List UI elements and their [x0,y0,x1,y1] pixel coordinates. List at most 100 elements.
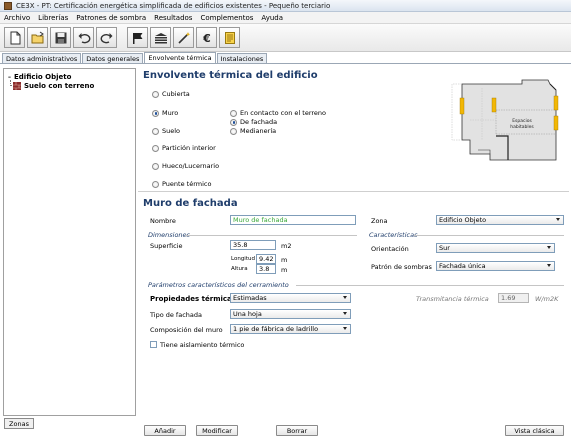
transmitancia-unit: W/m2K [535,295,559,303]
caracteristicas-groupline [414,235,564,236]
composicion-muro-select[interactable]: 1 pie de fábrica de ladrillo [230,324,351,334]
flag-button[interactable] [127,27,148,48]
window-title: CE3X - PT: Certificación energética simp… [16,1,331,10]
caracteristicas-label: Características [369,231,418,239]
open-folder-icon [31,31,44,43]
tab-datos-generales[interactable]: Datos generales [82,53,144,63]
tab-instalaciones[interactable]: Instalaciones [216,53,268,63]
orientacion-label: Orientación [371,245,409,253]
propiedades-termicas-select[interactable]: Estimadas [230,293,351,303]
chevron-down-icon [343,327,347,330]
open-file-button[interactable] [27,27,48,48]
chevron-down-icon [547,246,551,249]
menu-ayuda[interactable]: Ayuda [261,14,283,22]
radio-particion-interior[interactable]: Partición interior [152,144,216,152]
superficie-unit: m2 [281,242,292,250]
flag-icon [132,32,142,44]
undo-icon [78,32,90,43]
radio-medianeria[interactable]: Medianería [230,127,276,135]
diagram-label-line1: Espacios [512,118,532,124]
transmitancia-input[interactable]: 1.69 [498,293,529,303]
patron-sombras-select[interactable]: Fachada única [436,261,555,271]
patron-sombras-label: Patrón de sombras [371,263,432,271]
longitud-input[interactable]: 9.42 [256,254,276,264]
economic-button[interactable]: € [196,27,217,48]
parametros-label: Parámetros característicos del cerramien… [148,281,289,289]
menu-librerias[interactable]: Librerías [38,14,68,22]
euro-icon: € [202,32,211,45]
tipo-fachada-select[interactable]: Una hoja [230,309,351,319]
main-tabs: Datos administrativos Datos generales En… [0,52,571,64]
dimensiones-label: Dimensiones [148,231,190,239]
window-titlebar: CE3X - PT: Certificación energética simp… [0,0,571,12]
chevron-down-icon [556,218,560,221]
radio-hueco-lucernario[interactable]: Hueco/Lucernario [152,162,219,170]
undo-button[interactable] [73,27,94,48]
radio-de-fachada[interactable]: De fachada [230,118,277,126]
modificar-button[interactable]: Modificar [196,425,238,436]
vista-clasica-button[interactable]: Vista clásica [505,425,564,436]
zona-select[interactable]: Edificio Objeto [436,215,564,225]
menu-archivo[interactable]: Archivo [4,14,30,22]
envolvente-title: Envolvente térmica del edificio [143,70,318,81]
dimensiones-groupline [185,235,357,236]
composicion-muro-label: Composición del muro [150,326,223,334]
radio-muro[interactable]: Muro [152,109,178,117]
redo-icon [100,32,112,43]
menu-bar: Archivo Librerías Patrones de sombra Res… [0,12,571,24]
wand-button[interactable] [173,27,194,48]
anadir-button[interactable]: Añadir [144,425,186,436]
chevron-down-icon [343,312,347,315]
radio-cubierta[interactable]: Cubierta [152,90,190,98]
nombre-input[interactable]: Muro de fachada [230,215,356,225]
radio-puente-termico[interactable]: Puente térmico [152,180,211,188]
tree-item-suelo-con-terreno[interactable]: Suelo con terreno [13,82,94,90]
transmitancia-label: Transmitancia térmica [416,295,489,303]
superficie-label: Superficie [150,242,183,250]
zonas-button[interactable]: Zonas [4,418,34,429]
wand-icon [177,31,190,44]
altura-label: Altura [231,266,248,272]
radio-en-contacto-terreno[interactable]: En contacto con el terreno [230,109,326,117]
chevron-down-icon [343,296,347,299]
borrar-button[interactable]: Borrar [276,425,318,436]
save-button[interactable] [50,27,71,48]
menu-resultados[interactable]: Resultados [154,14,192,22]
building-layers-icon [154,32,167,43]
superficie-input[interactable]: 35.8 [230,240,276,250]
toolbar: € [0,24,571,52]
tab-datos-administrativos[interactable]: Datos administrativos [2,53,82,63]
menu-complementos[interactable]: Complementos [200,14,253,22]
redo-button[interactable] [96,27,117,48]
chevron-down-icon [547,264,551,267]
radio-suelo[interactable]: Suelo [152,127,180,135]
menu-patrones-de-sombra[interactable]: Patrones de sombra [76,14,146,22]
new-file-button[interactable] [4,27,25,48]
tab-envolvente-termica[interactable]: Envolvente térmica [144,52,216,63]
longitud-unit: m [281,256,288,264]
zona-label: Zona [371,217,388,225]
save-disk-icon [55,32,66,43]
building-section-diagram: Espacios habitables [430,70,565,188]
new-file-icon [10,31,20,44]
envelope-tree-panel: – Edificio Objeto Suelo con terreno [3,68,136,416]
tipo-fachada-label: Tipo de fachada [150,311,202,319]
document-icon [224,31,235,44]
app-icon [4,1,12,10]
aislamiento-checkbox[interactable] [150,341,157,348]
muro-title: Muro de fachada [143,198,238,209]
tree-item-edificio-objeto[interactable]: – Edificio Objeto [8,73,71,81]
nombre-label: Nombre [150,217,176,225]
report-button[interactable] [219,27,240,48]
aislamiento-label: Tiene aislamiento térmico [160,341,245,349]
altura-unit: m [281,266,288,274]
longitud-label: Longitud [231,256,255,262]
envelope-layers-button[interactable] [150,27,171,48]
propiedades-termicas-label: Propiedades térmicas [150,295,236,303]
section-separator [138,191,569,192]
diagram-label-line2: habitables [510,124,534,130]
orientacion-select[interactable]: Sur [436,243,555,253]
svg-text:€: € [202,32,211,45]
altura-input[interactable]: 3.8 [256,264,276,274]
parametros-groupline [296,285,564,286]
